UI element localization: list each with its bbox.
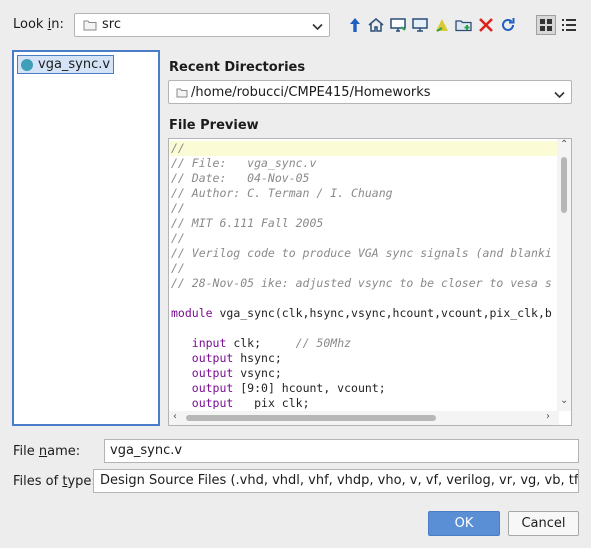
code-token: output (191, 351, 234, 365)
horizontal-scroll-thumb[interactable] (186, 415, 436, 421)
code-line: // File: vga_sync.v (169, 156, 557, 171)
code-line: output pix_clk; (169, 396, 557, 409)
chevron-down-icon (312, 20, 323, 35)
shortcut-icon[interactable] (432, 15, 452, 35)
scroll-right-icon[interactable]: › (546, 411, 550, 422)
files-of-type-dropdown[interactable]: Design Source Files (.vhd, vhdl, vhf, vh… (93, 469, 579, 493)
list-view-icon[interactable] (536, 15, 556, 35)
code-token: vsync; (233, 366, 282, 380)
desktop-icon[interactable] (388, 15, 408, 35)
code-token: output (191, 396, 234, 409)
up-arrow-icon[interactable] (345, 15, 365, 35)
look-in-label: Look in: (13, 17, 64, 32)
recent-directories-value: /home/robucci/CMPE415/Homeworks (191, 85, 431, 100)
code-line: // MIT 6.111 Fall 2005 (169, 216, 557, 231)
vertical-scrollbar[interactable]: ⌃ ⌄ (557, 139, 571, 411)
code-token: // MIT 6.111 Fall 2005 (171, 216, 324, 230)
file-list[interactable]: vga_sync.v (12, 50, 160, 426)
code-line: module vga_sync(clk,hsync,vsync,hcount,v… (169, 306, 557, 321)
cancel-button[interactable]: Cancel (508, 511, 579, 536)
code-token: output (191, 366, 234, 380)
code-token: // Date: 04-Nov-05 (171, 171, 310, 185)
code-token: input (191, 336, 227, 350)
folder-icon (176, 87, 188, 102)
folder-icon (83, 19, 97, 35)
code-line: // (169, 231, 557, 246)
code-line: // Verilog code to produce VGA sync sign… (169, 246, 557, 261)
code-line: // 28-Nov-05 ike: adjusted vsync to be c… (169, 276, 557, 291)
file-preview-pane[interactable]: //// File: vga_sync.v// Date: 04-Nov-05/… (168, 138, 572, 426)
code-token: // 50Mhz (295, 336, 352, 350)
scroll-down-icon[interactable]: ⌄ (560, 395, 568, 406)
code-line: // (169, 141, 557, 156)
recent-directories-dropdown[interactable]: /home/robucci/CMPE415/Homeworks (168, 80, 572, 104)
code-token: // 28-Nov-05 ike: adjusted vsync to be c… (171, 276, 552, 290)
scroll-left-icon[interactable]: ‹ (173, 411, 177, 422)
files-of-type-label: Files of type: (13, 474, 96, 489)
home-icon[interactable] (366, 15, 386, 35)
code-line: output vsync; (169, 366, 557, 381)
code-token: // Author: C. Terman / I. Chuang (171, 186, 393, 200)
refresh-icon[interactable] (498, 15, 518, 35)
code-line: input clk; // 50Mhz (169, 336, 557, 351)
details-view-icon[interactable] (559, 15, 579, 35)
scroll-up-icon[interactable]: ⌃ (560, 139, 568, 150)
code-line: // Date: 04-Nov-05 (169, 171, 557, 186)
code-token: // (171, 261, 185, 275)
file-name-label: File name: (13, 444, 81, 459)
code-token: [9:0] hcount, vcount; (233, 381, 386, 395)
code-token: clk; (226, 336, 296, 350)
ok-button[interactable]: OK (428, 511, 500, 536)
look-in-value: src (102, 17, 121, 32)
look-in-dropdown[interactable]: src (74, 13, 330, 37)
code-token: hsync; (233, 351, 282, 365)
code-line: output hsync; (169, 351, 557, 366)
verilog-file-icon (21, 58, 33, 71)
chevron-down-icon (554, 88, 565, 103)
file-preview-title: File Preview (169, 118, 259, 133)
file-item-label: vga_sync.v (38, 57, 111, 72)
code-token: pix_clk; (233, 396, 310, 409)
code-line: // (169, 201, 557, 216)
code-token: // File: vga_sync.v (171, 156, 317, 170)
code-token: module (171, 306, 213, 320)
code-line: // Author: C. Terman / I. Chuang (169, 186, 557, 201)
code-token: // Verilog code to produce VGA sync sign… (171, 246, 552, 260)
code-token: // (171, 231, 185, 245)
recent-directories-title: Recent Directories (169, 60, 306, 75)
file-name-input[interactable]: vga_sync.v (104, 439, 579, 463)
code-token: vga_sync(clk,hsync,vsync,hcount,vcount,p… (212, 306, 552, 320)
code-view: //// File: vga_sync.v// Date: 04-Nov-05/… (169, 141, 557, 409)
new-folder-icon[interactable] (454, 15, 474, 35)
code-token: // (171, 201, 185, 215)
delete-icon[interactable] (476, 15, 496, 35)
code-token: output (191, 381, 234, 395)
code-line: output [9:0] hcount, vcount; (169, 381, 557, 396)
vertical-scroll-thumb[interactable] (561, 157, 567, 213)
code-token: // (171, 141, 185, 155)
computer-icon[interactable] (410, 15, 430, 35)
horizontal-scrollbar[interactable]: ‹ › (169, 411, 559, 425)
list-item[interactable]: vga_sync.v (17, 55, 115, 74)
code-line: // (169, 261, 557, 276)
